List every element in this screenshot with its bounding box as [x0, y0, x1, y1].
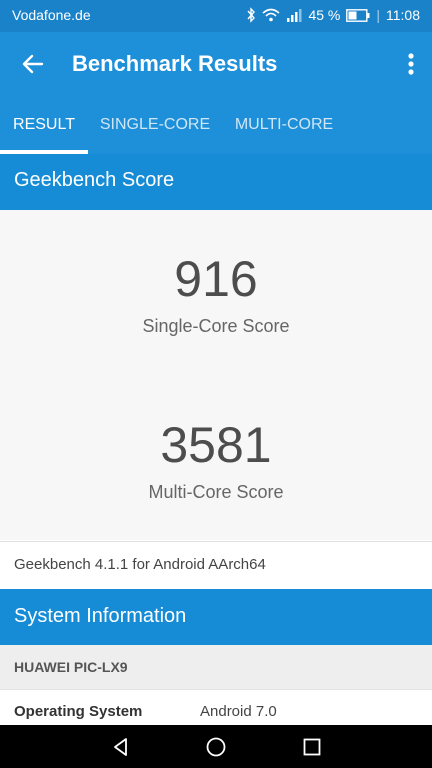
battery-icon: [346, 8, 370, 22]
arrow-left-icon[interactable]: [18, 50, 48, 78]
multi-core-score-label: Multi-Core Score: [148, 482, 284, 502]
status-bar: Vodafone.de 45 % | 11:08: [0, 0, 432, 32]
battery-percent: 45 %: [308, 7, 341, 23]
info-value: Android 7.0: [200, 703, 277, 720]
status-icons: 45 % | 11:08: [246, 7, 420, 23]
nav-recents-icon[interactable]: [301, 736, 323, 758]
status-divider: |: [376, 7, 380, 23]
wifi-icon: [262, 8, 280, 22]
system-information-header: System Information: [0, 589, 432, 645]
single-core-score-label: Single-Core Score: [142, 316, 290, 336]
tab-bar: RESULT SINGLE-CORE MULTI-CORE: [0, 96, 432, 154]
more-vert-icon[interactable]: [406, 50, 416, 78]
info-row-operating-system: Operating System Android 7.0: [0, 689, 432, 725]
app-bar: Benchmark Results: [0, 32, 432, 96]
clock: 11:08: [386, 7, 420, 23]
score-panel: 916 Single-Core Score 3581 Multi-Core Sc…: [0, 210, 432, 540]
tab-multi-core[interactable]: MULTI-CORE: [226, 96, 342, 154]
info-key: Operating System: [14, 703, 143, 720]
multi-core-score-value: 3581: [160, 417, 272, 473]
single-core-score-value: 916: [174, 251, 258, 307]
tab-single-core[interactable]: SINGLE-CORE: [92, 96, 218, 154]
nav-home-icon[interactable]: [205, 736, 227, 758]
version-info: Geekbench 4.1.1 for Android AArch64: [0, 541, 432, 589]
system-nav-bar: [0, 725, 432, 768]
page-title: Benchmark Results: [72, 51, 278, 76]
tab-result[interactable]: RESULT: [0, 96, 88, 154]
signal-icon: [286, 8, 302, 22]
carrier-label: Vodafone.de: [12, 7, 91, 23]
nav-back-icon[interactable]: [110, 736, 132, 758]
device-name: HUAWEI PIC-LX9: [0, 645, 432, 689]
geekbench-score-header: Geekbench Score: [0, 154, 432, 210]
bluetooth-icon: [246, 7, 256, 23]
